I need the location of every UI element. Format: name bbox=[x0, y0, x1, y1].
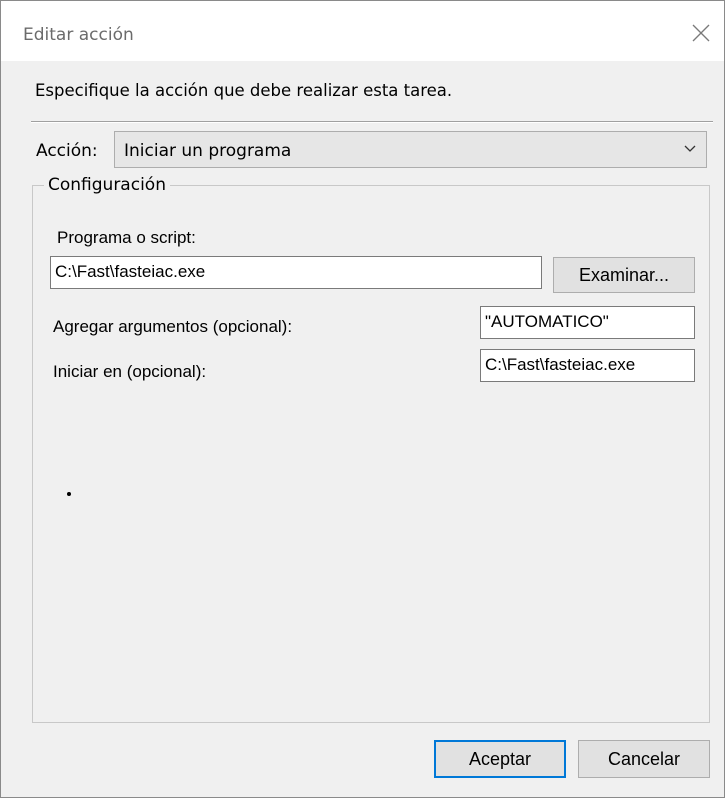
configuration-legend: Configuración bbox=[44, 175, 170, 195]
arguments-label: Agregar argumentos (opcional): bbox=[53, 317, 293, 336]
close-button[interactable] bbox=[678, 11, 724, 55]
program-input[interactable]: C:\Fast\fasteiac.exe bbox=[50, 256, 542, 289]
instruction-text: Especifique la acción que debe realizar … bbox=[35, 81, 453, 100]
action-label: Acción: bbox=[36, 141, 98, 161]
action-select-value: Iniciar un programa bbox=[124, 141, 292, 161]
action-select[interactable]: Iniciar un programa bbox=[114, 131, 707, 168]
cancel-button[interactable]: Cancelar bbox=[578, 740, 710, 778]
start-in-label: Iniciar en (opcional): bbox=[53, 362, 207, 381]
program-label: Programa o script: bbox=[57, 228, 196, 247]
arguments-input[interactable]: "AUTOMATICO" bbox=[480, 306, 695, 339]
ok-button[interactable]: Aceptar bbox=[434, 740, 566, 778]
window-title: Editar acción bbox=[23, 25, 134, 45]
start-in-input[interactable]: C:\Fast\fasteiac.exe bbox=[480, 349, 695, 382]
chevron-down-icon bbox=[684, 145, 696, 152]
separator-line bbox=[31, 121, 713, 123]
browse-button[interactable]: Examinar... bbox=[553, 257, 695, 293]
stray-dot bbox=[67, 492, 71, 496]
edit-action-dialog: Editar acción Especifique la acción que … bbox=[0, 0, 725, 798]
title-bar: Editar acción bbox=[1, 1, 724, 61]
close-icon bbox=[692, 24, 710, 42]
